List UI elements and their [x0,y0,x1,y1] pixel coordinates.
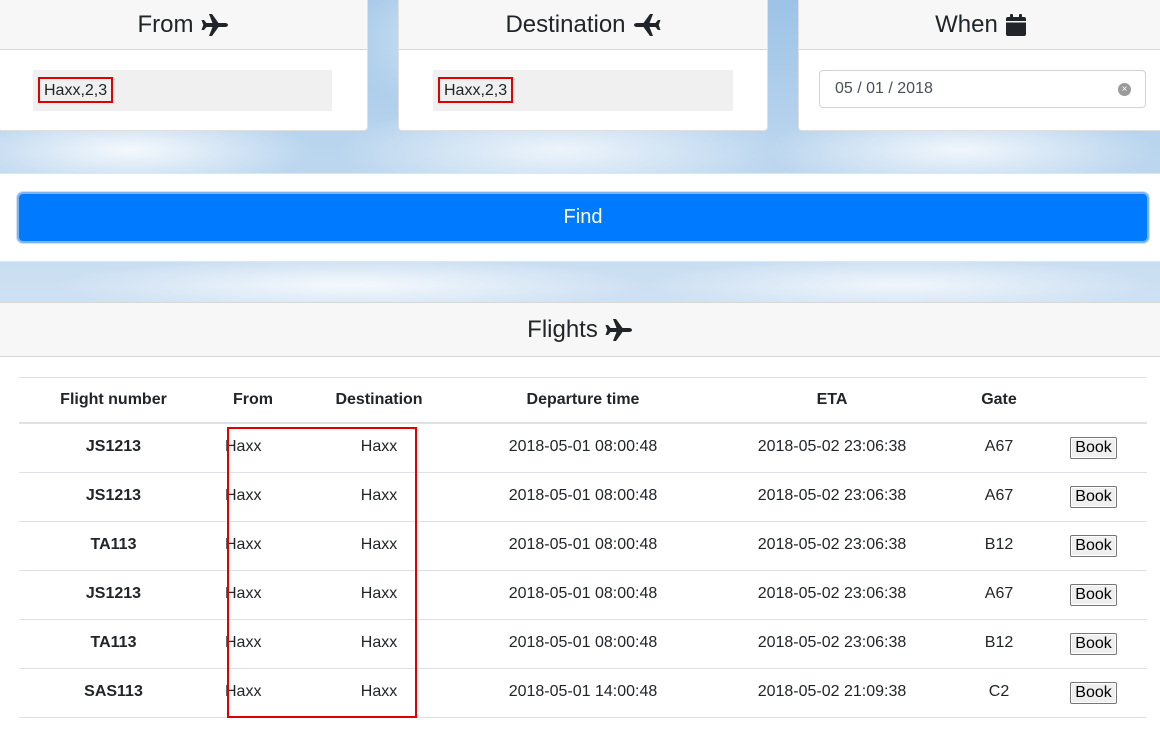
flight-departure: 2018-05-01 08:00:48 [460,423,706,473]
date-input-value: 05 / 01 / 2018 [835,80,933,97]
from-title: From [137,10,194,38]
table-row: SAS113 Haxx Haxx 2018-05-01 14:00:48 201… [19,668,1147,718]
flight-gate: A67 [958,423,1040,473]
table-row: TA113 Haxx Haxx 2018-05-01 08:00:48 2018… [19,619,1147,669]
from-input-value: Haxx,2,3 [38,77,114,103]
column-header: From [208,377,298,424]
flight-departure: 2018-05-01 08:00:48 [460,521,706,571]
flight-gate: B12 [958,619,1040,669]
table-row: JS1213 Haxx Haxx 2018-05-01 08:00:48 201… [19,423,1147,473]
column-header: Gate [958,377,1040,424]
flight-eta: 2018-05-02 23:06:38 [706,423,958,473]
flight-gate: B12 [958,521,1040,571]
flight-eta: 2018-05-02 23:06:38 [706,472,958,522]
flight-from: Haxx [208,472,298,522]
destination-card-header: Destination [399,0,767,50]
book-button[interactable]: Book [1070,485,1117,508]
book-cell: Book [1040,521,1147,571]
flight-departure: 2018-05-01 08:00:48 [460,472,706,522]
flight-gate: C2 [958,668,1040,718]
flight-gate: A67 [958,570,1040,620]
flight-from: Haxx [208,668,298,718]
flight-destination: Haxx [298,668,460,718]
find-section: Find [0,173,1160,262]
destination-title: Destination [505,10,626,38]
column-header: ETA [706,377,958,424]
table-row: JS1213 Haxx Haxx 2018-05-01 08:00:48 201… [19,570,1147,620]
flight-departure: 2018-05-01 08:00:48 [460,570,706,620]
flight-number: SAS113 [19,668,208,718]
column-header: Departure time [460,377,706,424]
flight-from: Haxx [208,423,298,473]
column-header [1040,377,1147,424]
column-header: Flight number [19,377,208,424]
flight-destination: Haxx [298,423,460,473]
flight-from: Haxx [208,521,298,571]
flights-header: Flights [0,302,1160,357]
flight-destination: Haxx [298,570,460,620]
table-row: TA113 Haxx Haxx 2018-05-01 08:00:48 2018… [19,521,1147,571]
from-input[interactable]: Haxx,2,3 [33,70,332,111]
destination-input[interactable]: Haxx,2,3 [433,70,733,111]
book-cell: Book [1040,570,1147,620]
flight-eta: 2018-05-02 23:06:38 [706,521,958,571]
book-button[interactable]: Book [1070,583,1117,606]
when-card: When 05 / 01 / 2018 × [798,0,1160,131]
flight-from: Haxx [208,570,298,620]
flight-eta: 2018-05-02 23:06:38 [706,619,958,669]
from-card-header: From [0,0,367,50]
clear-date-icon[interactable]: × [1118,83,1131,96]
flight-destination: Haxx [298,521,460,571]
flights-table: Flight number From Destination Departure… [19,377,1147,718]
when-title: When [935,10,998,38]
date-input[interactable]: 05 / 01 / 2018 × [819,70,1146,108]
flight-destination: Haxx [298,472,460,522]
flights-title: Flights [527,315,598,343]
airplane-landing-icon [633,13,661,37]
table-row: JS1213 Haxx Haxx 2018-05-01 08:00:48 201… [19,472,1147,522]
flight-eta: 2018-05-02 23:06:38 [706,570,958,620]
find-button[interactable]: Find [17,192,1149,243]
flight-number: JS1213 [19,423,208,473]
flight-number: TA113 [19,619,208,669]
from-card: From Haxx,2,3 [0,0,368,131]
airplane-icon [201,13,229,37]
flight-number: JS1213 [19,472,208,522]
book-button[interactable]: Book [1070,632,1117,655]
column-header: Destination [298,377,460,424]
calendar-icon [1005,13,1027,37]
book-cell: Book [1040,619,1147,669]
destination-card: Destination Haxx,2,3 [398,0,768,131]
flight-departure: 2018-05-01 08:00:48 [460,619,706,669]
book-cell: Book [1040,668,1147,718]
flight-number: JS1213 [19,570,208,620]
flight-eta: 2018-05-02 21:09:38 [706,668,958,718]
flight-departure: 2018-05-01 14:00:48 [460,668,706,718]
book-cell: Book [1040,423,1147,473]
book-button[interactable]: Book [1070,437,1117,459]
flight-number: TA113 [19,521,208,571]
flight-destination: Haxx [298,619,460,669]
table-header-row: Flight number From Destination Departure… [19,377,1147,424]
flight-from: Haxx [208,619,298,669]
book-button[interactable]: Book [1070,534,1117,557]
destination-input-value: Haxx,2,3 [438,77,514,103]
flight-gate: A67 [958,472,1040,522]
book-button[interactable]: Book [1070,681,1117,704]
book-cell: Book [1040,472,1147,522]
when-card-header: When [799,0,1160,50]
airplane-icon [605,318,633,342]
